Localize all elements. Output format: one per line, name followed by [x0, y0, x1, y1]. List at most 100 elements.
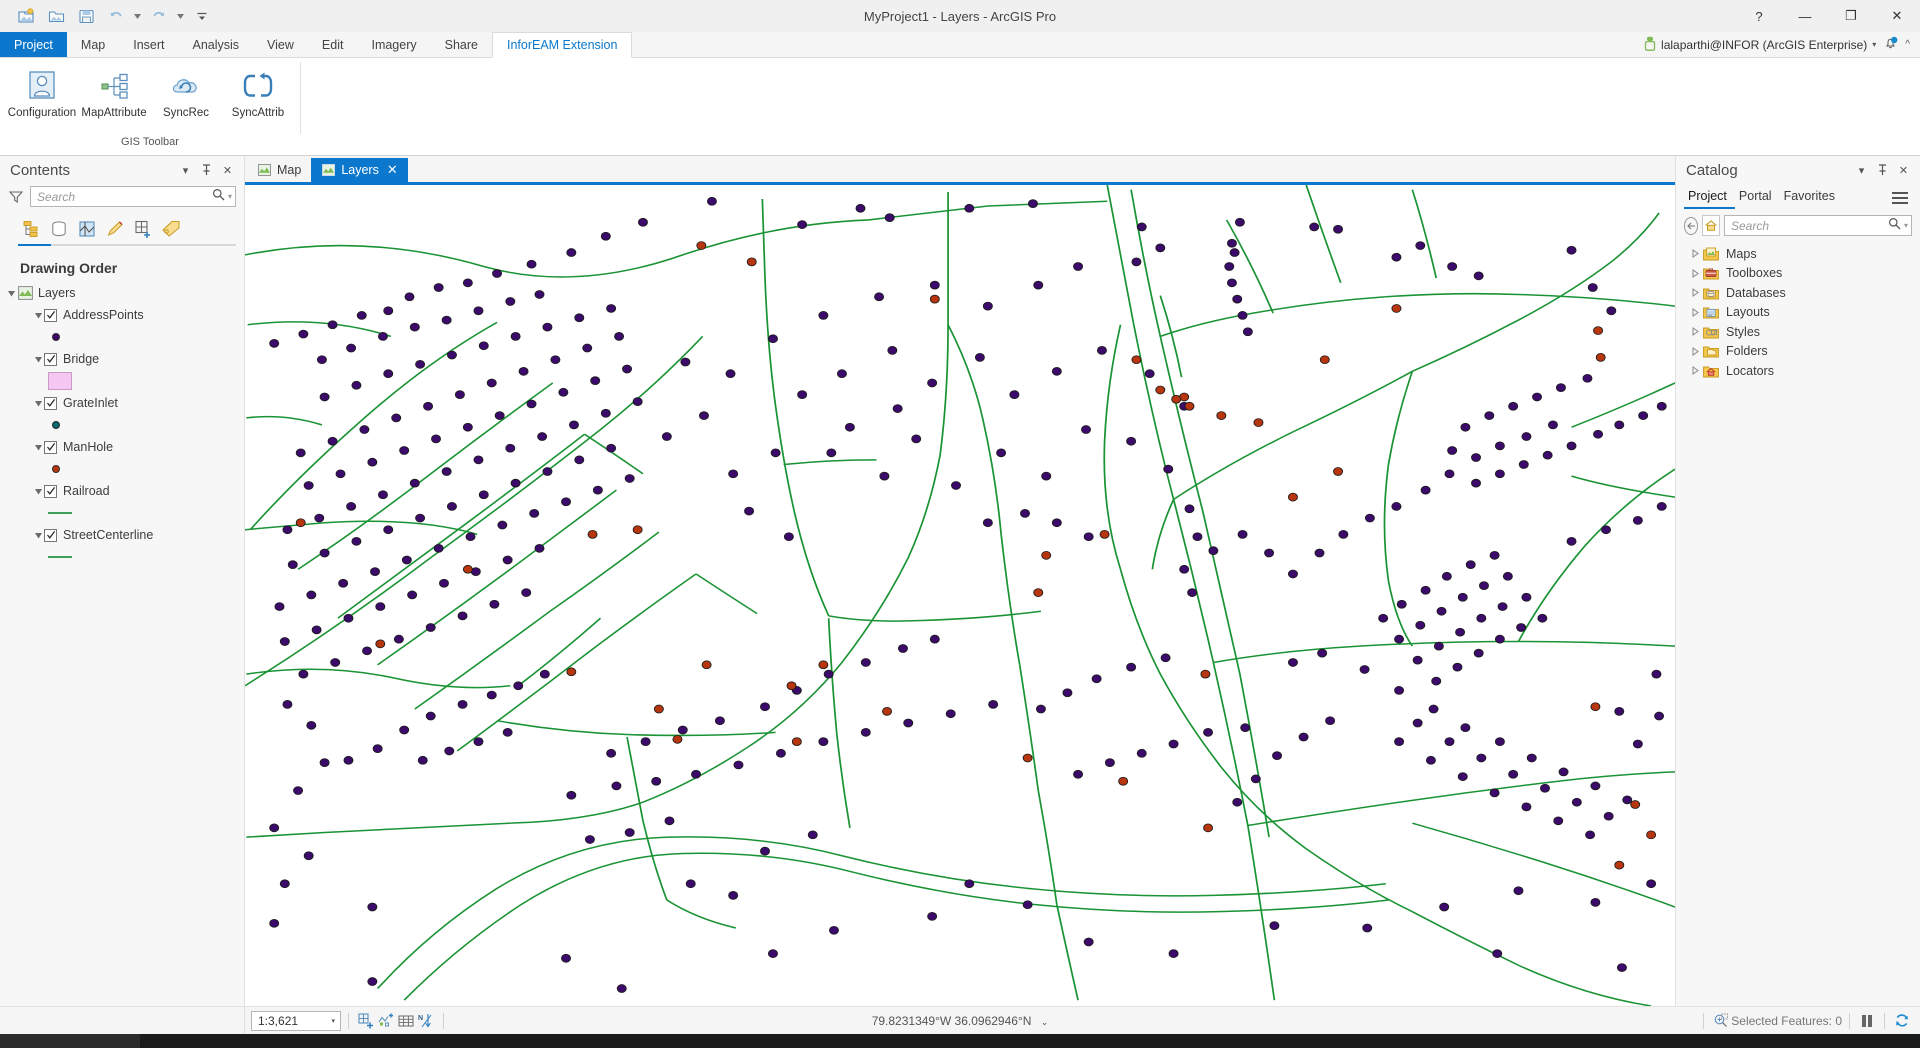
ribbon-tab-insert[interactable]: Insert — [119, 32, 178, 57]
layer-checkbox-bridge[interactable] — [44, 353, 57, 366]
redo-dropdown-caret-icon[interactable] — [175, 3, 186, 29]
back-arrow-icon[interactable] — [1684, 217, 1698, 235]
contents-menu-caret-icon[interactable]: ▾ — [179, 163, 192, 177]
view-tab-map[interactable]: Map — [247, 158, 311, 182]
collapse-arrow-icon[interactable] — [32, 399, 44, 408]
customize-qat-icon[interactable] — [188, 3, 216, 29]
ribbon-tab-analysis[interactable]: Analysis — [179, 32, 254, 57]
catalog-item-maps[interactable]: Maps — [1676, 244, 1920, 264]
ribbon-tab-imagery[interactable]: Imagery — [357, 32, 430, 57]
list-by-labeling-icon[interactable] — [158, 217, 184, 241]
tree-node-layers[interactable]: Layers — [0, 282, 244, 304]
maximize-button[interactable]: ❐ — [1828, 0, 1874, 32]
ribbon-tab-edit[interactable]: Edit — [308, 32, 358, 57]
sync-attrib-button[interactable]: SyncAttrib — [222, 64, 294, 123]
filter-icon[interactable] — [8, 189, 24, 205]
catalog-menu-caret-icon[interactable]: ▾ — [1855, 163, 1868, 177]
layer-checkbox-manhole[interactable] — [44, 441, 57, 454]
layer-item-addresspoints[interactable]: AddressPoints — [0, 304, 244, 326]
ribbon-tab-view[interactable]: View — [253, 32, 308, 57]
expand-arrow-icon[interactable] — [1688, 288, 1702, 297]
catalog-close-icon[interactable]: ✕ — [1897, 163, 1910, 177]
catalog-item-locators[interactable]: Locators — [1676, 361, 1920, 381]
list-by-snapping-icon[interactable] — [130, 217, 156, 241]
catalog-item-layouts[interactable]: Layouts — [1676, 303, 1920, 323]
expand-arrow-icon[interactable] — [1688, 249, 1702, 258]
contents-pin-icon[interactable] — [200, 163, 213, 177]
map-graphics[interactable] — [245, 185, 1675, 1006]
layer-item-grateinlet[interactable]: GrateInlet — [0, 392, 244, 414]
catalog-tab-favorites[interactable]: Favorites — [1780, 186, 1843, 209]
undo-dropdown-caret-icon[interactable] — [132, 3, 143, 29]
expand-arrow-icon[interactable] — [1688, 269, 1702, 278]
layer-item-railroad[interactable]: Railroad — [0, 480, 244, 502]
ribbon-tab-share[interactable]: Share — [431, 32, 492, 57]
contents-search-input[interactable] — [37, 190, 212, 204]
list-by-selection-icon[interactable] — [74, 217, 100, 241]
expand-arrow-icon[interactable] — [1688, 366, 1702, 375]
search-icon[interactable] — [1888, 217, 1901, 235]
layer-checkbox-railroad[interactable] — [44, 485, 57, 498]
list-by-drawing-order-icon[interactable] — [18, 217, 44, 241]
catalog-tab-project[interactable]: Project — [1684, 186, 1735, 209]
catalog-item-styles[interactable]: Styles — [1676, 322, 1920, 342]
collapse-arrow-icon[interactable] — [5, 289, 17, 298]
account-dropdown-caret-icon[interactable]: ▾ — [1872, 40, 1876, 49]
layer-checkbox-streetcenterline[interactable] — [44, 529, 57, 542]
pause-drawing-icon[interactable] — [1857, 1011, 1877, 1031]
ribbon-tab-project[interactable]: Project — [0, 32, 67, 57]
catalog-pin-icon[interactable] — [1876, 163, 1889, 177]
catalog-menu-icon[interactable] — [1892, 189, 1912, 207]
catalog-tab-portal[interactable]: Portal — [1735, 186, 1780, 209]
list-by-data-source-icon[interactable] — [46, 217, 72, 241]
layer-item-bridge[interactable]: Bridge — [0, 348, 244, 370]
contents-search-box[interactable]: ▾ — [30, 186, 236, 207]
north-arrow-icon[interactable]: N — [416, 1011, 436, 1031]
save-project-icon[interactable] — [72, 3, 100, 29]
view-tab-layers-close-icon[interactable]: ✕ — [387, 162, 398, 178]
refresh-icon[interactable] — [1892, 1011, 1912, 1031]
catalog-item-databases[interactable]: Databases — [1676, 283, 1920, 303]
bell-icon[interactable] — [1881, 36, 1900, 54]
catalog-item-toolboxes[interactable]: Toolboxes — [1676, 264, 1920, 284]
collapse-arrow-icon[interactable] — [32, 355, 44, 364]
view-tab-layers[interactable]: Layers ✕ — [311, 158, 407, 182]
map-attribute-button[interactable]: MapAttribute — [78, 64, 150, 123]
contents-layer-tree[interactable]: Layers AddressPoints Bridge — [0, 282, 244, 1006]
account-name[interactable]: lalaparthi@INFOR (ArcGIS Enterprise) — [1661, 38, 1867, 52]
help-button[interactable]: ? — [1736, 0, 1782, 32]
catalog-item-folders[interactable]: Folders — [1676, 342, 1920, 362]
collapse-arrow-icon[interactable] — [32, 443, 44, 452]
map-scale-combo[interactable]: 1:3,621 ▾ — [251, 1011, 341, 1031]
grid-icon[interactable] — [396, 1011, 416, 1031]
ribbon-tab-infoream-extension[interactable]: InforEAM Extension — [492, 32, 632, 58]
minimize-button[interactable]: — — [1782, 0, 1828, 32]
select-features-icon[interactable] — [376, 1011, 396, 1031]
layer-item-streetcenterline[interactable]: StreetCenterline — [0, 524, 244, 546]
map-canvas[interactable] — [245, 182, 1675, 1006]
selection-zoom-icon[interactable] — [1711, 1011, 1731, 1031]
chevron-up-icon[interactable]: ^ — [1905, 39, 1910, 50]
collapse-arrow-icon[interactable] — [32, 487, 44, 496]
layer-checkbox-addresspoints[interactable] — [44, 309, 57, 322]
home-icon[interactable] — [1702, 215, 1720, 236]
catalog-search-box[interactable]: ▾ — [1724, 215, 1912, 236]
catalog-tree[interactable]: Maps Toolboxes Databases — [1676, 242, 1920, 1006]
new-project-icon[interactable] — [12, 3, 40, 29]
catalog-search-dropdown-caret-icon[interactable]: ▾ — [1901, 221, 1908, 230]
list-by-editing-icon[interactable] — [102, 217, 128, 241]
contents-close-icon[interactable]: ✕ — [221, 163, 234, 177]
coordinate-caret-icon[interactable]: ⌄ — [1041, 1017, 1049, 1027]
configuration-button[interactable]: Configuration — [6, 64, 78, 123]
collapse-arrow-icon[interactable] — [32, 531, 44, 540]
ribbon-tab-map[interactable]: Map — [67, 32, 119, 57]
redo-icon[interactable] — [145, 3, 173, 29]
collapse-arrow-icon[interactable] — [32, 311, 44, 320]
close-button[interactable]: ✕ — [1874, 0, 1920, 32]
expand-arrow-icon[interactable] — [1688, 327, 1702, 336]
search-icon[interactable] — [212, 188, 225, 206]
add-grid-icon[interactable] — [356, 1011, 376, 1031]
sync-rec-button[interactable]: SyncRec — [150, 64, 222, 123]
layer-item-manhole[interactable]: ManHole — [0, 436, 244, 458]
open-project-icon[interactable] — [42, 3, 70, 29]
